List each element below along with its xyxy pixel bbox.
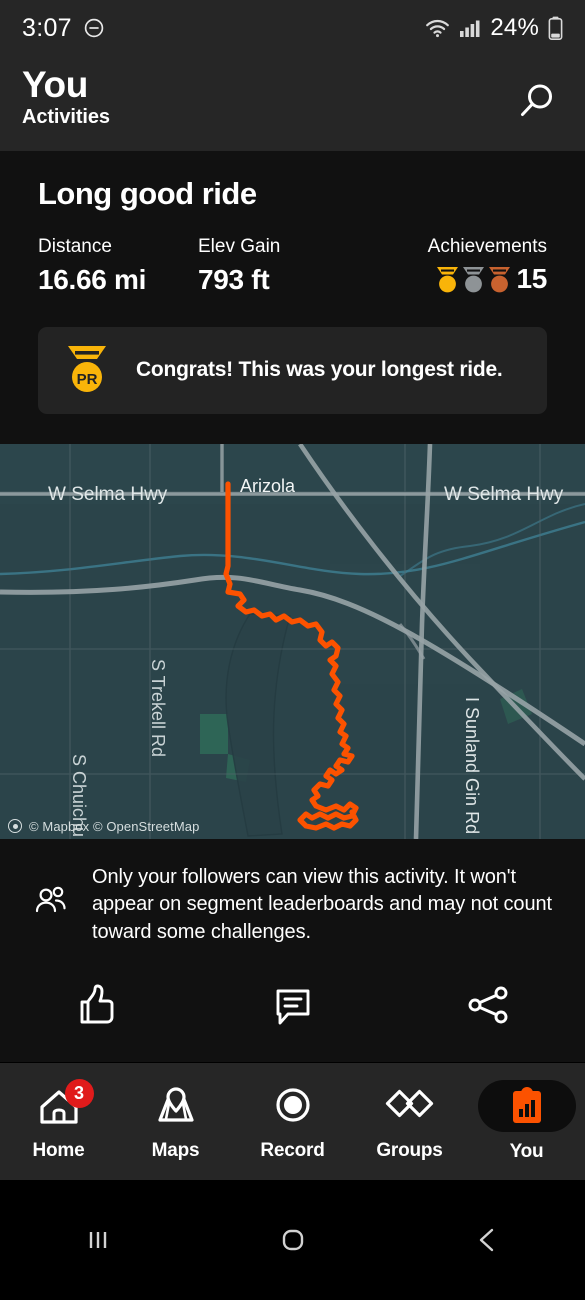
stat-elev-gain: Elev Gain 793 ft — [198, 236, 280, 296]
comment-button[interactable] — [195, 978, 390, 1032]
nav-label: Home — [32, 1140, 85, 1162]
system-navigation-bar — [0, 1180, 585, 1300]
nav-item-groups[interactable]: Groups — [351, 1081, 468, 1162]
pr-badge-icon: PR — [68, 346, 106, 393]
map-canvas: W Selma Hwy Arizola W Selma Hwy S Trekel… — [0, 443, 585, 839]
battery-low-icon — [548, 16, 563, 40]
page-subtitle: Activities — [22, 105, 110, 128]
record-icon — [275, 1088, 310, 1123]
nav-label: Record — [260, 1140, 325, 1162]
activity-stats: Distance 16.66 mi Elev Gain 793 ft Achie… — [38, 236, 547, 296]
info-icon — [8, 819, 22, 834]
nav-icon-wrap-active — [477, 1080, 576, 1133]
clock: 3:07 — [22, 13, 72, 42]
privacy-text: Only your followers can view this activi… — [92, 865, 552, 943]
status-bar-right: 24% — [425, 14, 563, 42]
activity-map[interactable]: W Selma Hwy Arizola W Selma Hwy S Trekel… — [0, 443, 585, 839]
activity-card[interactable]: Long good ride Distance 16.66 mi Elev Ga… — [0, 151, 585, 444]
map-label: W Selma Hwy — [444, 484, 564, 505]
share-button[interactable] — [390, 978, 585, 1032]
nav-label: Maps — [151, 1140, 200, 1162]
share-icon — [468, 987, 507, 1024]
search-button[interactable] — [513, 78, 559, 129]
nav-icon-wrap — [385, 1081, 435, 1131]
activity-title: Long good ride — [38, 176, 257, 211]
nav-item-maps[interactable]: Maps — [117, 1081, 234, 1162]
achievements-label: Achievements — [427, 236, 547, 258]
home-badge: 3 — [64, 1079, 94, 1109]
nav-icon-wrap: 3 — [36, 1079, 94, 1131]
search-icon — [521, 84, 552, 116]
stat-label: Elev Gain — [198, 236, 281, 258]
map-label: Arizola — [240, 476, 296, 496]
map-label: I Sunland Gin Rd — [462, 697, 482, 834]
activity-actions — [0, 956, 585, 1063]
recents-button[interactable] — [0, 1220, 195, 1260]
page-title: You — [22, 64, 88, 105]
nav-item-home[interactable]: 3 Home — [0, 1079, 117, 1162]
stat-value: 16.66 mi — [38, 263, 147, 295]
recents-icon — [89, 1232, 106, 1249]
battery-percent: 24% — [490, 14, 539, 41]
bottom-navigation: 3 Home Maps Record Groups You — [0, 1062, 585, 1181]
achievement-count: 15 — [516, 262, 547, 294]
comment-icon — [276, 990, 309, 1025]
achievement-medals: 15 — [428, 263, 547, 295]
back-button[interactable] — [390, 1220, 585, 1260]
groups-icon — [385, 1090, 433, 1118]
do-not-disturb-icon — [84, 18, 104, 38]
nav-icon-wrap — [270, 1081, 316, 1131]
pr-banner-text: Congrats! This was your longest ride. — [136, 358, 503, 382]
home-square-icon — [282, 1230, 303, 1251]
attribution-text: © Mapbox © OpenStreetMap — [29, 818, 200, 834]
cellular-signal-icon — [460, 20, 480, 37]
clipboard-icon — [512, 1087, 541, 1124]
status-bar-left: 3:07 — [22, 14, 105, 43]
header-titles: You Activities — [22, 64, 110, 129]
stat-label: Distance — [38, 236, 112, 258]
map-pin-icon — [157, 1087, 194, 1123]
status-bar: 3:07 24% — [0, 0, 585, 56]
bronze-medal-icon — [489, 266, 511, 293]
gold-medal-icon — [437, 266, 459, 293]
like-button[interactable] — [0, 978, 195, 1032]
card-spacer — [38, 414, 547, 444]
home-button[interactable] — [195, 1220, 390, 1260]
back-chevron-icon — [479, 1229, 493, 1252]
nav-item-you[interactable]: You — [468, 1080, 585, 1163]
stat-distance: Distance 16.66 mi — [38, 236, 198, 296]
privacy-notice: Only your followers can view this activi… — [0, 838, 585, 957]
stat-achievements: Achievements 15 — [427, 236, 548, 295]
stat-value: 793 ft — [198, 263, 270, 295]
nav-icon-wrap — [153, 1081, 199, 1131]
pr-banner[interactable]: PR Congrats! This was your longest ride. — [38, 326, 547, 414]
followers-icon — [35, 886, 66, 912]
silver-medal-icon — [463, 266, 485, 293]
thumbs-up-icon — [80, 985, 113, 1024]
app-header: You Activities — [0, 56, 585, 151]
wifi-icon — [426, 19, 450, 38]
nav-label: You — [509, 1141, 544, 1163]
map-label: W Selma Hwy — [48, 484, 168, 505]
nav-label: Groups — [376, 1140, 443, 1162]
svg-text:PR: PR — [77, 371, 98, 388]
map-attribution[interactable]: © Mapbox © OpenStreetMap — [8, 819, 199, 834]
nav-item-record[interactable]: Record — [234, 1081, 351, 1162]
map-label: S Trekell Rd — [148, 659, 168, 757]
app-root: 3:07 24% You Activities Long good ride D… — [0, 0, 585, 1300]
